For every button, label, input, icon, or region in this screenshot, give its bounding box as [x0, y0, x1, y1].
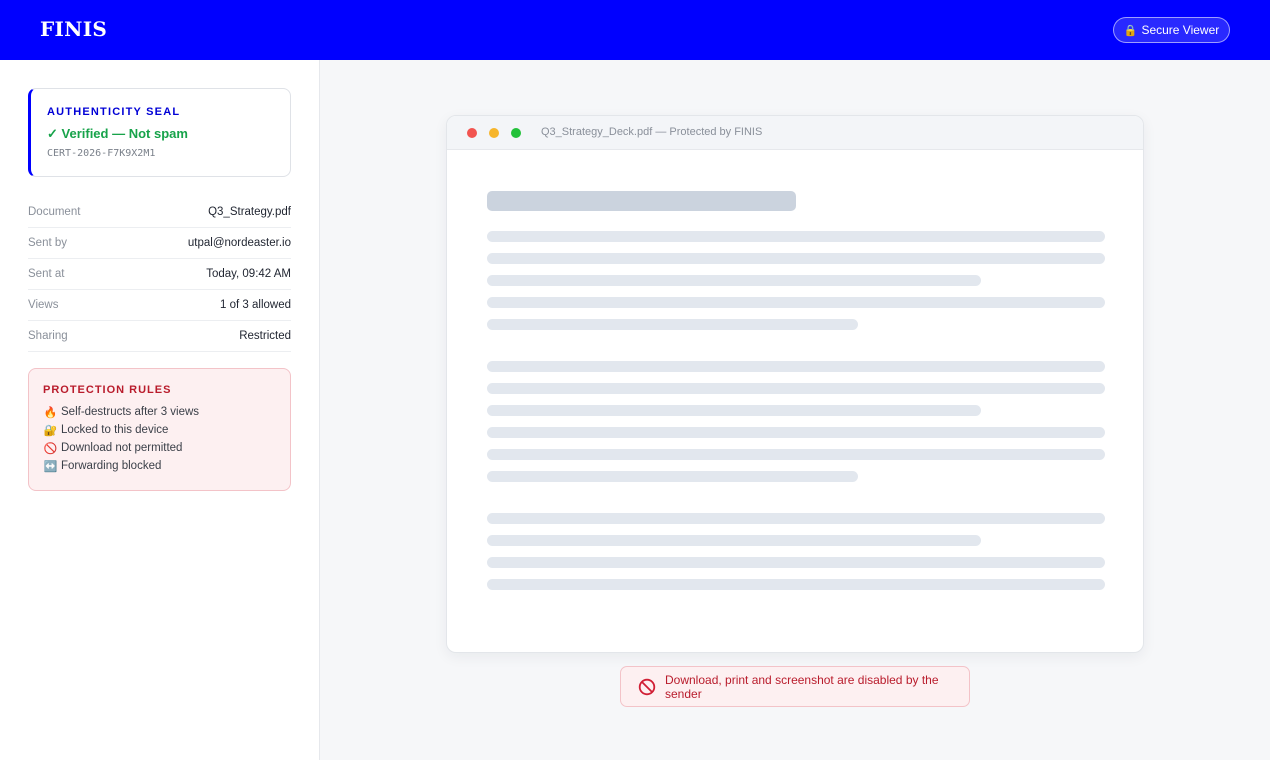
lock-icon: 🔒 [1123, 24, 1138, 37]
document-metadata: Document Q3_Strategy.pdf Sent by utpal@n… [28, 197, 291, 352]
window-minimize-dot[interactable] [489, 128, 499, 138]
viewer-title-bar: Q3_Strategy_Deck.pdf — Protected by FINI… [447, 116, 1143, 150]
window-close-dot[interactable] [467, 128, 477, 138]
left-right-arrow-icon: ↔️ [43, 460, 58, 473]
skeleton-line [487, 297, 1105, 308]
skeleton-line [487, 557, 1105, 568]
skeleton-line [487, 383, 1105, 394]
rule-text: Locked to this device [61, 424, 169, 436]
meta-label: Sharing [28, 330, 68, 342]
meta-row-sent-by: Sent by utpal@nordeaster.io [28, 228, 291, 259]
restriction-notice: Download, print and screenshot are disab… [620, 666, 970, 707]
restriction-notice-text: Download, print and screenshot are disab… [665, 672, 939, 701]
seal-title: AUTHENTICITY SEAL [47, 106, 181, 118]
secure-viewer-badge[interactable]: 🔒 Secure Viewer [1113, 17, 1230, 43]
skeleton-line [487, 513, 1105, 524]
skeleton-line [487, 579, 1105, 590]
meta-row-sent-at: Sent at Today, 09:42 AM [28, 259, 291, 290]
meta-value: 1 of 3 allowed [220, 299, 291, 311]
rule-no-forwarding: ↔️ Forwarding blocked [43, 457, 290, 475]
protection-rules-card: PROTECTION RULES 🔥 Self-destructs after … [28, 368, 291, 491]
verified-status: ✓ Verified — Not spam [47, 126, 188, 141]
skeleton-line [487, 319, 858, 330]
lock-key-icon: 🔐 [43, 424, 58, 437]
meta-value: utpal@nordeaster.io [187, 237, 291, 249]
top-bar: FINIS 🔒 Secure Viewer [0, 0, 1270, 60]
brand-logo: FINIS [40, 17, 108, 41]
skeleton-line [487, 361, 1105, 372]
skeleton-line [487, 535, 981, 546]
skeleton-line [487, 449, 1105, 460]
skeleton-heading [487, 191, 796, 211]
rule-text: Download not permitted [61, 442, 183, 454]
meta-label: Document [28, 206, 81, 218]
rule-text: Self-destructs after 3 views [61, 406, 200, 418]
viewer-file-title: Q3_Strategy_Deck.pdf — Protected by FINI… [541, 126, 763, 138]
meta-value: Q3_Strategy.pdf [208, 206, 291, 218]
fire-icon: 🔥 [43, 406, 58, 419]
document-viewer-window: Q3_Strategy_Deck.pdf — Protected by FINI… [446, 115, 1144, 653]
skeleton-line [487, 231, 1105, 242]
skeleton-line [487, 275, 981, 286]
rule-no-download: 🚫 Download not permitted [43, 439, 290, 457]
sidebar: AUTHENTICITY SEAL ✓ Verified — Not spam … [0, 60, 320, 760]
rules-title: PROTECTION RULES [43, 384, 172, 396]
certificate-id: CERT-2026-F7K9X2M1 [47, 148, 156, 159]
meta-label: Views [28, 299, 59, 311]
meta-row-views: Views 1 of 3 allowed [28, 290, 291, 321]
skeleton-line [487, 405, 981, 416]
meta-value: Today, 09:42 AM [206, 268, 291, 280]
meta-label: Sent by [28, 237, 67, 249]
skeleton-line [487, 253, 1105, 264]
secure-viewer-label: Secure Viewer [1141, 23, 1220, 37]
skeleton-line [487, 427, 1105, 438]
window-maximize-dot[interactable] [511, 128, 521, 138]
meta-row-sharing: Sharing Restricted [28, 321, 291, 352]
meta-row-document: Document Q3_Strategy.pdf [28, 197, 291, 228]
prohibited-icon [638, 678, 656, 696]
meta-value: Restricted [239, 330, 291, 342]
authenticity-seal-card: AUTHENTICITY SEAL ✓ Verified — Not spam … [28, 88, 291, 177]
rule-device-lock: 🔐 Locked to this device [43, 421, 290, 439]
meta-label: Sent at [28, 268, 65, 280]
skeleton-line [487, 471, 858, 482]
rule-text: Forwarding blocked [61, 460, 162, 472]
prohibited-icon: 🚫 [43, 442, 58, 455]
rule-self-destruct: 🔥 Self-destructs after 3 views [43, 403, 290, 421]
